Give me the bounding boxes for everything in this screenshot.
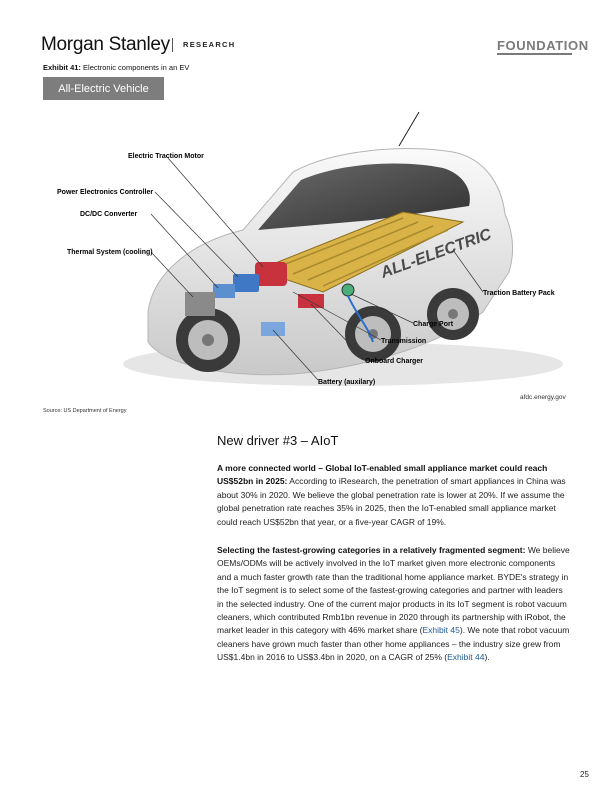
label-dc-dc-converter: DC/DC Converter: [80, 211, 137, 218]
onboard-charger: [298, 294, 324, 308]
figure-label: All-Electric Vehicle: [58, 82, 149, 95]
figure-label-box: All-Electric Vehicle: [43, 77, 164, 100]
wheel-rear-left: [345, 306, 401, 362]
exhibit-title: Electronic components in an EV: [83, 63, 190, 72]
morgan-stanley-logo: Morgan Stanley: [41, 34, 170, 55]
exhibit-source: Source: US Department of Energy: [43, 408, 127, 414]
thermal-system: [185, 292, 215, 316]
research-label: RESEARCH: [183, 40, 236, 49]
foundation-underline: [497, 53, 572, 55]
label-traction-battery-pack: Traction Battery Pack: [483, 290, 555, 297]
paragraph-1: A more connected world – Global IoT-enab…: [217, 462, 570, 529]
antenna-line: [398, 111, 420, 147]
electric-traction-motor: [255, 262, 287, 286]
exhibit-44-link[interactable]: Exhibit 44: [447, 652, 484, 662]
label-transmission: Transmission: [381, 338, 426, 345]
exhibit-number: Exhibit 41:: [43, 63, 81, 72]
section-heading: New driver #3 – AIoT: [217, 433, 339, 448]
exhibit-caption: Exhibit 41: Electronic components in an …: [43, 63, 189, 72]
power-electronics-controller: [233, 274, 259, 292]
paragraph-2: Selecting the fastest-growing categories…: [217, 544, 570, 665]
label-battery-auxiliary: Battery (auxilary): [318, 379, 375, 386]
page-number: 25: [580, 770, 589, 779]
ev-illustration: ALL-ELECTRIC Electric Traction Motor Pow…: [57, 111, 563, 386]
logo-divider: [172, 38, 173, 52]
wheel-front: [176, 308, 240, 372]
label-power-electronics-controller: Power Electronics Controller: [57, 189, 153, 196]
paragraph-2-body-c: ).: [484, 652, 490, 663]
wheel-rear-right: [427, 288, 479, 340]
label-charge-port: Charge Port: [413, 321, 454, 328]
label-onboard-charger: Onboard Charger: [365, 358, 423, 365]
paragraph-2-lead: Selecting the fastest-growing categories…: [217, 545, 526, 555]
auxiliary-battery: [261, 322, 285, 336]
paragraph-2-body-a: We believe OEMs/ODMs will be actively in…: [217, 545, 570, 636]
exhibit-45-link[interactable]: Exhibit 45: [423, 625, 460, 635]
label-thermal-system: Thermal System (cooling): [67, 249, 153, 256]
image-credit: afdc.energy.gov: [520, 394, 566, 401]
foundation-brand: FOUNDATION: [497, 38, 589, 53]
label-electric-traction-motor: Electric Traction Motor: [128, 153, 204, 160]
